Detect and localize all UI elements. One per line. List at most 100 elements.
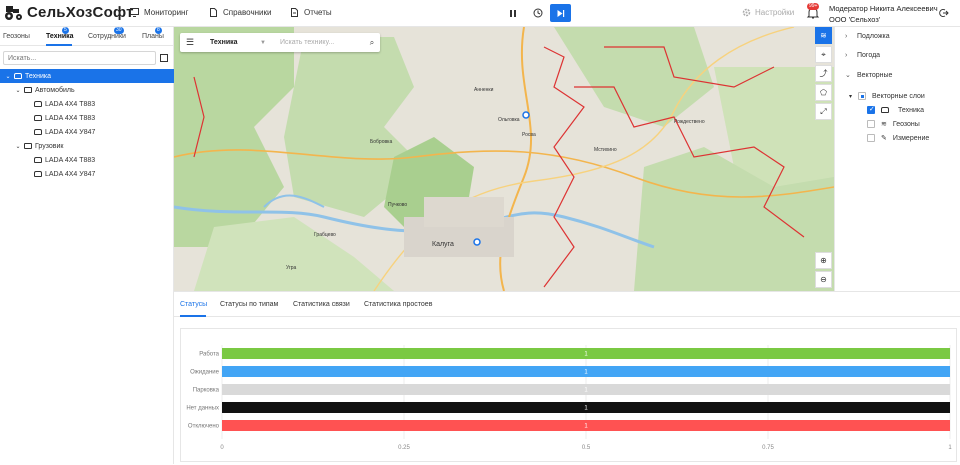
car-icon	[34, 171, 42, 177]
user-info[interactable]: Модератор Никита Алексеевич ООО 'Сельхоз…	[829, 3, 938, 25]
live-button[interactable]	[550, 4, 571, 22]
layer-geozones[interactable]: ≋ Геозоны	[867, 120, 920, 128]
tree-item-label: LADA 4X4 Т883	[45, 156, 96, 164]
zoom-out-button[interactable]: ⊖	[815, 271, 832, 288]
layer-measure[interactable]: ✎ Измерение	[867, 134, 929, 142]
map-place-label: Угра	[286, 265, 297, 271]
tab-statuses-by-type[interactable]: Статусы по типам	[220, 301, 278, 308]
map-view[interactable]: Калуга Ольговка Росва Бобровка Пучково Угра Гр…	[174, 27, 834, 291]
menu-reports-label: Отчеты	[304, 8, 332, 17]
layers-button[interactable]: ≋	[815, 27, 832, 44]
menu-directories-label: Справочники	[223, 8, 272, 17]
layer-measure-label: Измерение	[892, 134, 930, 142]
tree-vehicle-item[interactable]: LADA 4X4 У847	[0, 167, 174, 181]
vector-layers-checkbox[interactable]	[858, 92, 867, 100]
layers-icon: ≋	[820, 31, 827, 40]
y-category-label: Парковка	[193, 388, 220, 394]
locate-button[interactable]: ⌖	[815, 46, 832, 63]
menu-directories[interactable]: Справочники	[209, 8, 271, 17]
tree-vehicle-item[interactable]: LADA 4X4 Т883	[0, 97, 174, 111]
chevron-down-icon: ⌄	[845, 72, 851, 79]
map-place-label: Бобровка	[370, 139, 393, 145]
tab-employees[interactable]: Сотрудники	[88, 33, 126, 40]
layer-group-vector[interactable]: ⌄ Векторные	[845, 71, 892, 80]
settings-link[interactable]: Настройки	[742, 8, 794, 17]
menu-monitoring[interactable]: Мониторинг	[130, 8, 188, 17]
tree-item-label: Автомобиль	[35, 86, 75, 94]
search-icon[interactable]: ⌕	[364, 38, 380, 48]
tab-vehicles[interactable]: Техника	[46, 33, 74, 40]
zoom-out-icon: ⊖	[820, 275, 827, 284]
fullscreen-icon: ⤢	[820, 106, 827, 116]
tree-item-label: Техника	[25, 72, 52, 80]
zoom-in-button[interactable]: ⊕	[815, 252, 832, 269]
locate-icon: ⌖	[821, 49, 826, 59]
x-tick-label: 1	[948, 445, 952, 451]
monitor-icon	[130, 8, 139, 17]
chevron-down-icon[interactable]: ▼	[260, 40, 274, 46]
y-category-label: Нет данных	[186, 406, 219, 412]
car-icon	[14, 73, 22, 79]
route-button[interactable]: ⤴	[815, 65, 832, 82]
map-place-label: Анненки	[474, 87, 494, 93]
tree-folder-item[interactable]: ⌄ Автомобиль	[0, 83, 174, 97]
pause-button[interactable]	[502, 4, 523, 22]
tree-folder-item[interactable]: ⌄ Грузовик	[0, 139, 174, 153]
map-filter-select[interactable]: Техника	[200, 39, 260, 46]
chevron-down-icon[interactable]: ⌄	[4, 73, 12, 80]
layer-vehicles[interactable]: Техника	[867, 105, 924, 114]
y-category-label: Отключено	[188, 424, 220, 430]
layer-group-base[interactable]: › Подложка	[845, 33, 890, 40]
report-icon	[291, 8, 298, 17]
chevron-down-icon[interactable]: ⌄	[14, 143, 22, 150]
chevron-right-icon: ›	[845, 52, 848, 59]
tree-search-input[interactable]	[3, 51, 156, 65]
map-place-label: Пучково	[388, 202, 408, 208]
y-category-label: Работа	[199, 352, 219, 358]
status-chart-container: 0 0.25 0.5 0.75 1 Работа 1 Ожидание 1 Парковка 1 Не…	[180, 328, 957, 462]
active-tab-indicator	[180, 315, 206, 317]
polygon-icon: ⬠	[820, 88, 827, 97]
layer-group-weather[interactable]: › Погода	[845, 52, 880, 59]
menu-icon[interactable]: ☰	[180, 37, 200, 48]
history-button[interactable]	[527, 4, 548, 22]
tab-connection-stats[interactable]: Статистика связи	[293, 301, 350, 308]
tab-plans[interactable]: Планы	[142, 33, 164, 40]
tree-item-label: LADA 4X4 Т883	[45, 114, 96, 122]
tab-plans-badge: 8	[155, 27, 162, 34]
tab-geozones[interactable]: Геозоны	[3, 33, 30, 40]
car-icon	[881, 107, 889, 113]
pause-icon	[509, 9, 516, 17]
folder-icon	[24, 143, 32, 149]
left-tabs: Геозоны Техника 5 Сотрудники 30 Планы 8	[0, 27, 174, 46]
layer-geozones-checkbox[interactable]	[867, 120, 875, 128]
tree-vehicle-item[interactable]: LADA 4X4 У847	[0, 125, 174, 139]
layer-measure-checkbox[interactable]	[867, 134, 875, 142]
tree-root-item[interactable]: ⌄ Техника	[0, 69, 174, 83]
layer-vehicles-checkbox[interactable]	[867, 105, 875, 114]
y-category-label: Ожидание	[190, 370, 220, 376]
tab-statuses[interactable]: Статусы	[180, 301, 207, 308]
status-chart: 0 0.25 0.5 0.75 1Работа 1Ожидание 1Парковка 1Не…	[186, 345, 952, 451]
logo[interactable]: СельХозСофт	[4, 4, 134, 21]
top-bar: СельХозСофт Мониторинг Справочники Отчет…	[0, 0, 960, 27]
vector-layers-group[interactable]: ▾ Векторные слои	[849, 92, 925, 100]
map-canvas	[174, 27, 834, 291]
chevron-down-icon[interactable]: ⌄	[14, 87, 22, 94]
layers-panel: › Подложка › Погода ⌄ Векторные ▾ Вектор…	[834, 27, 960, 291]
map-search-input[interactable]: Искать технику...	[274, 39, 364, 46]
qr-icon[interactable]	[160, 54, 168, 62]
x-tick-label: 0.5	[582, 445, 591, 451]
logout-icon[interactable]	[939, 8, 949, 18]
settings-label: Настройки	[755, 8, 795, 17]
map-search-bar: ☰ Техника ▼ Искать технику... ⌕	[180, 33, 380, 52]
menu-reports[interactable]: Отчеты	[290, 8, 332, 17]
polygon-button[interactable]: ⬠	[815, 84, 832, 101]
tab-idle-stats[interactable]: Статистика простоев	[364, 301, 432, 308]
menu-monitoring-label: Мониторинг	[144, 8, 189, 17]
tree-vehicle-item[interactable]: LADA 4X4 Т883	[0, 111, 174, 125]
tree-item-label: Грузовик	[35, 142, 64, 150]
fullscreen-button[interactable]: ⤢	[815, 103, 832, 120]
tree-vehicle-item[interactable]: LADA 4X4 Т883	[0, 153, 174, 167]
layer-group-label: Подложка	[857, 33, 890, 40]
